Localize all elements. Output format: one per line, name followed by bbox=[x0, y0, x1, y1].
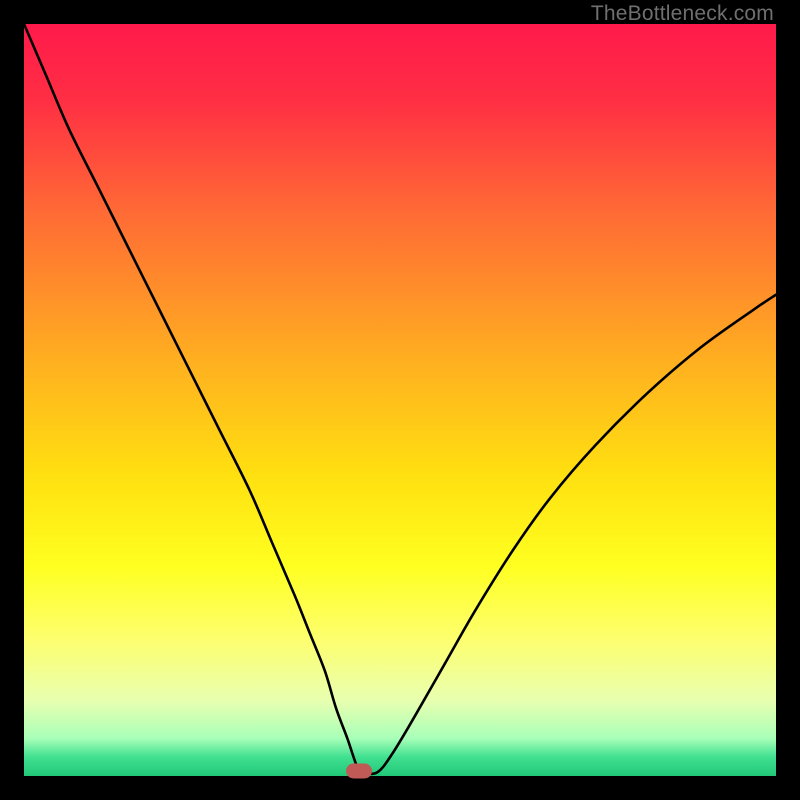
optimal-point-marker bbox=[346, 763, 372, 778]
watermark-text: TheBottleneck.com bbox=[591, 2, 774, 26]
chart-frame bbox=[24, 24, 776, 776]
gradient-background bbox=[24, 24, 776, 776]
